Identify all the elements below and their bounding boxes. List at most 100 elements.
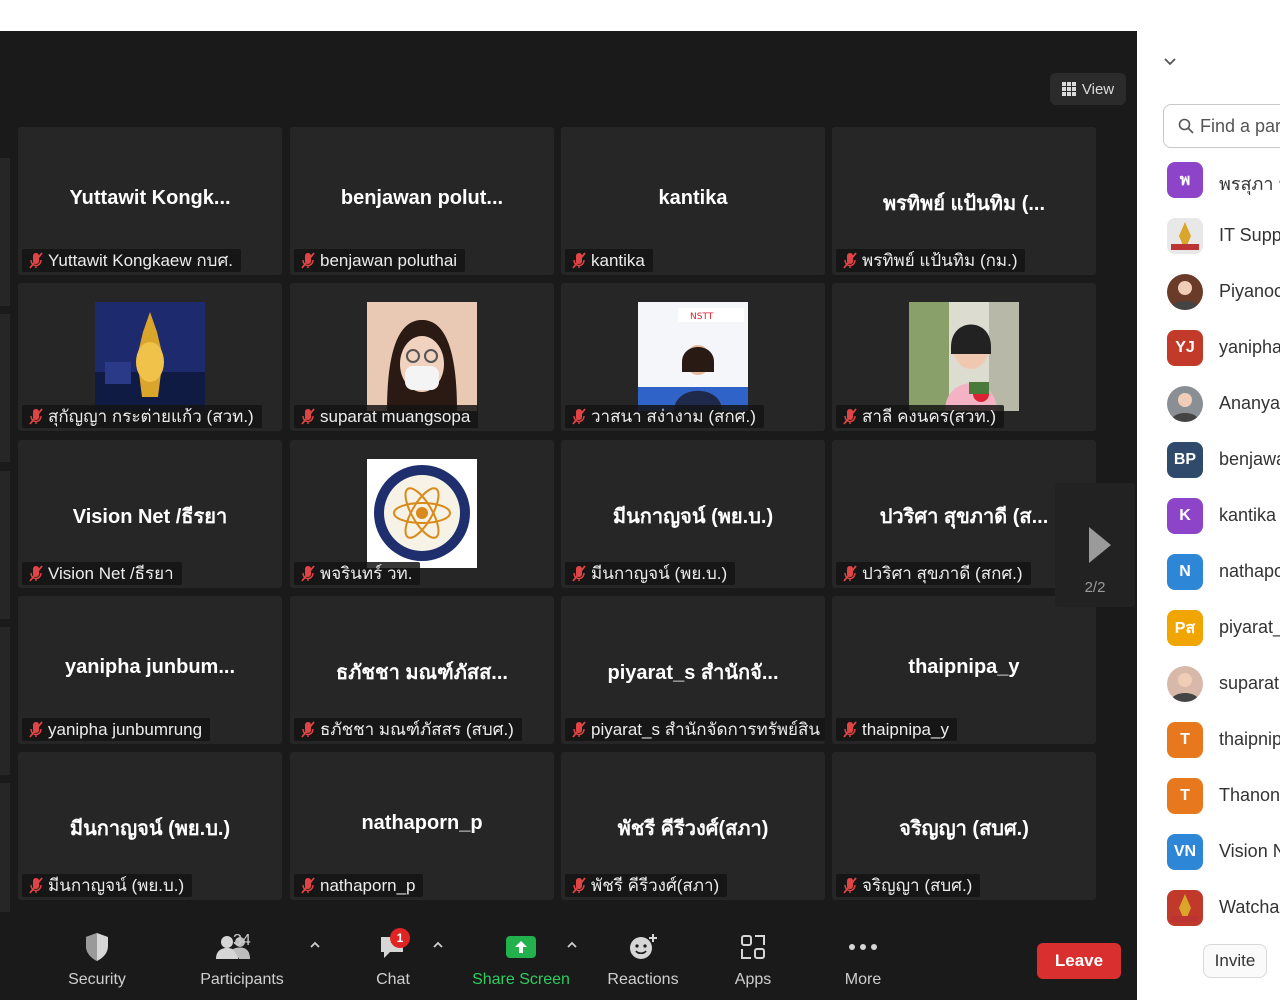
participants-options-caret-icon[interactable] [310, 940, 320, 950]
leave-button[interactable]: Leave [1037, 943, 1121, 979]
participant-row[interactable]: Watchar [1167, 889, 1280, 929]
more-label: More [844, 971, 882, 988]
share-screen-button[interactable]: Share Screen [470, 930, 572, 989]
participant-display-name: ปวริศา สุขภาดี (ส... [879, 506, 1049, 528]
chat-options-caret-icon[interactable] [433, 940, 443, 950]
participant-display-name: ธภัชชา มณฑ์ภัสส... [336, 662, 508, 684]
view-button[interactable]: View [1050, 73, 1126, 105]
avatar: พ [1167, 162, 1203, 198]
chat-button[interactable]: 1 Chat [368, 928, 418, 989]
muted-mic-icon [300, 565, 316, 582]
video-tile[interactable]: thaipnipa_y thaipnipa_y [832, 596, 1096, 744]
participant-search-input[interactable]: Find a par [1163, 104, 1280, 148]
participant-display-name: piyarat_s สำนักจั... [607, 662, 779, 684]
participant-row[interactable]: Nnathapo [1167, 553, 1280, 593]
participant-row[interactable]: IT Supp [1167, 217, 1280, 257]
nametag-text: จริญญา (สบศ.) [862, 876, 973, 895]
more-button[interactable]: More [838, 930, 888, 989]
muted-mic-icon [28, 565, 44, 582]
participant-name: nathapo [1219, 561, 1280, 581]
nametag-text: สุกัญญา กระต่ายแก้ว (สวท.) [48, 407, 254, 426]
video-tile[interactable]: พรทิพย์ แป้นทิม (... พรทิพย์ แป้นทิม (กม.… [832, 127, 1096, 275]
participant-row[interactable]: Piyanoc [1167, 273, 1280, 313]
participant-video [909, 302, 1019, 411]
participant-row[interactable]: Kkantika [1167, 497, 1280, 537]
search-placeholder: Find a par [1200, 115, 1280, 136]
chat-label: Chat [376, 971, 410, 988]
nametag-text: พรทิพย์ แป้นทิม (กม.) [862, 251, 1018, 270]
next-page-button[interactable]: 2/2 [1055, 483, 1135, 607]
participant-nametag: Vision Net /ธีรยา [22, 562, 182, 585]
muted-mic-icon [300, 721, 316, 738]
video-tile[interactable]: piyarat_s สำนักจั... piyarat_s สำนักจัดกา… [561, 596, 825, 744]
participants-button[interactable]: 34 Participants [196, 930, 288, 989]
share-screen-label: Share Screen [472, 971, 570, 988]
video-tile[interactable]: สาลี คงนคร(สวท.) [832, 283, 1096, 431]
more-dots-icon [838, 930, 888, 964]
participant-nametag: มีนกาญจน์ (พย.บ.) [22, 874, 193, 897]
participant-display-name: thaipnipa_y [908, 656, 1020, 678]
video-tile[interactable]: NSTT วาสนา สง่างาม (สกศ.) [561, 283, 825, 431]
video-tile[interactable]: suparat muangsopa [290, 283, 554, 431]
share-screen-icon [470, 930, 572, 964]
nametag-text: มีนกาญจน์ (พย.บ.) [591, 564, 728, 583]
video-tile[interactable]: ธภัชชา มณฑ์ภัสส... ธภัชชา มณฑ์ภัสสร (สบศ.… [290, 596, 554, 744]
participant-nametag: พัชรี คีรีวงศ์(สภา) [565, 874, 728, 897]
share-options-caret-icon[interactable] [567, 940, 577, 950]
nametag-text: Vision Net /ธีรยา [48, 564, 174, 583]
video-tile[interactable]: benjawan polut... benjawan poluthai [290, 127, 554, 275]
muted-mic-icon [300, 408, 316, 425]
participant-display-name: จริญญา (สบศ.) [899, 818, 1029, 840]
participant-name: พรสุภา น [1219, 174, 1280, 194]
nametag-text: วาสนา สง่างาม (สกศ.) [591, 407, 756, 426]
nametag-text: พจรินทร์ วท. [320, 564, 413, 583]
invite-button[interactable]: Invite [1203, 944, 1267, 978]
video-tile[interactable]: จริญญา (สบศ.) จริญญา (สบศ.) [832, 752, 1096, 900]
video-tile[interactable]: yanipha junbum... yanipha junbumrung [18, 596, 282, 744]
meeting-gallery: View Yuttawit Kongk... Yuttawit Kongkaew … [0, 31, 1137, 1000]
participant-row[interactable]: พ พรสุภา น [1167, 161, 1280, 201]
participant-row[interactable]: suparat [1167, 665, 1280, 705]
video-tile[interactable]: สุกัญญา กระต่ายแก้ว (สวท.) [18, 283, 282, 431]
page-indicator: 2/2 [1084, 579, 1106, 596]
muted-mic-icon [842, 565, 858, 582]
participant-row[interactable]: Pส piyarat_ [1167, 609, 1280, 649]
nametag-text: yanipha junbumrung [48, 720, 203, 739]
participant-name: benjawa [1219, 449, 1280, 469]
nametag-text: suparat muangsopa [320, 407, 471, 426]
participant-nametag: Yuttawit Kongkaew กบศ. [22, 249, 241, 272]
meeting-toolbar: Security 34 Participants 1 Chat Share Sc… [0, 912, 1137, 1000]
participant-display-name: พรทิพย์ แป้นทิม (... [882, 193, 1046, 215]
participant-row[interactable]: VN Vision N [1167, 833, 1280, 873]
reactions-button[interactable]: Reactions [604, 930, 682, 989]
video-tile[interactable]: nathaporn_p nathaporn_p [290, 752, 554, 900]
avatar [1167, 218, 1203, 254]
video-tile[interactable]: มีนกาญจน์ (พย.บ.) มีนกาญจน์ (พย.บ.) [561, 440, 825, 588]
video-tile[interactable]: kantika kantika [561, 127, 825, 275]
participant-row[interactable]: BP benjawa [1167, 441, 1280, 481]
security-button[interactable]: Security [62, 930, 132, 989]
video-tile[interactable]: พัชรี คีรีวงศ์(สภา) พัชรี คีรีวงศ์(สภา) [561, 752, 825, 900]
participant-display-name: yanipha junbum... [64, 656, 235, 678]
participant-nametag: พรทิพย์ แป้นทิม (กม.) [836, 249, 1026, 272]
smiley-plus-icon [604, 930, 682, 964]
video-tile[interactable]: Yuttawit Kongk... Yuttawit Kongkaew กบศ. [18, 127, 282, 275]
video-tile[interactable]: พจรินทร์ วท. [290, 440, 554, 588]
participant-row[interactable]: Ananya [1167, 385, 1280, 425]
muted-mic-icon [842, 877, 858, 894]
participant-nametag: ปวริศา สุขภาดี (สกศ.) [836, 562, 1031, 585]
video-tile[interactable]: Vision Net /ธีรยา Vision Net /ธีรยา [18, 440, 282, 588]
avatar: K [1167, 498, 1203, 534]
avatar: VN [1167, 834, 1203, 870]
apps-button[interactable]: Apps [726, 930, 780, 989]
collapse-chevron-icon[interactable] [1163, 56, 1177, 66]
avatar: Pส [1167, 610, 1203, 646]
participant-row[interactable]: T Thanon [1167, 777, 1280, 817]
participants-icon: 34 [196, 930, 288, 964]
participant-display-name: Vision Net /ธีรยา [72, 506, 228, 528]
participant-nametag: thaipnipa_y [836, 718, 957, 741]
participant-row[interactable]: YJ yanipha [1167, 329, 1280, 369]
participant-display-name: มีนกาญจน์ (พย.บ.) [69, 818, 231, 840]
participant-row[interactable]: Tthaipnip [1167, 721, 1280, 761]
video-tile[interactable]: มีนกาญจน์ (พย.บ.) มีนกาญจน์ (พย.บ.) [18, 752, 282, 900]
